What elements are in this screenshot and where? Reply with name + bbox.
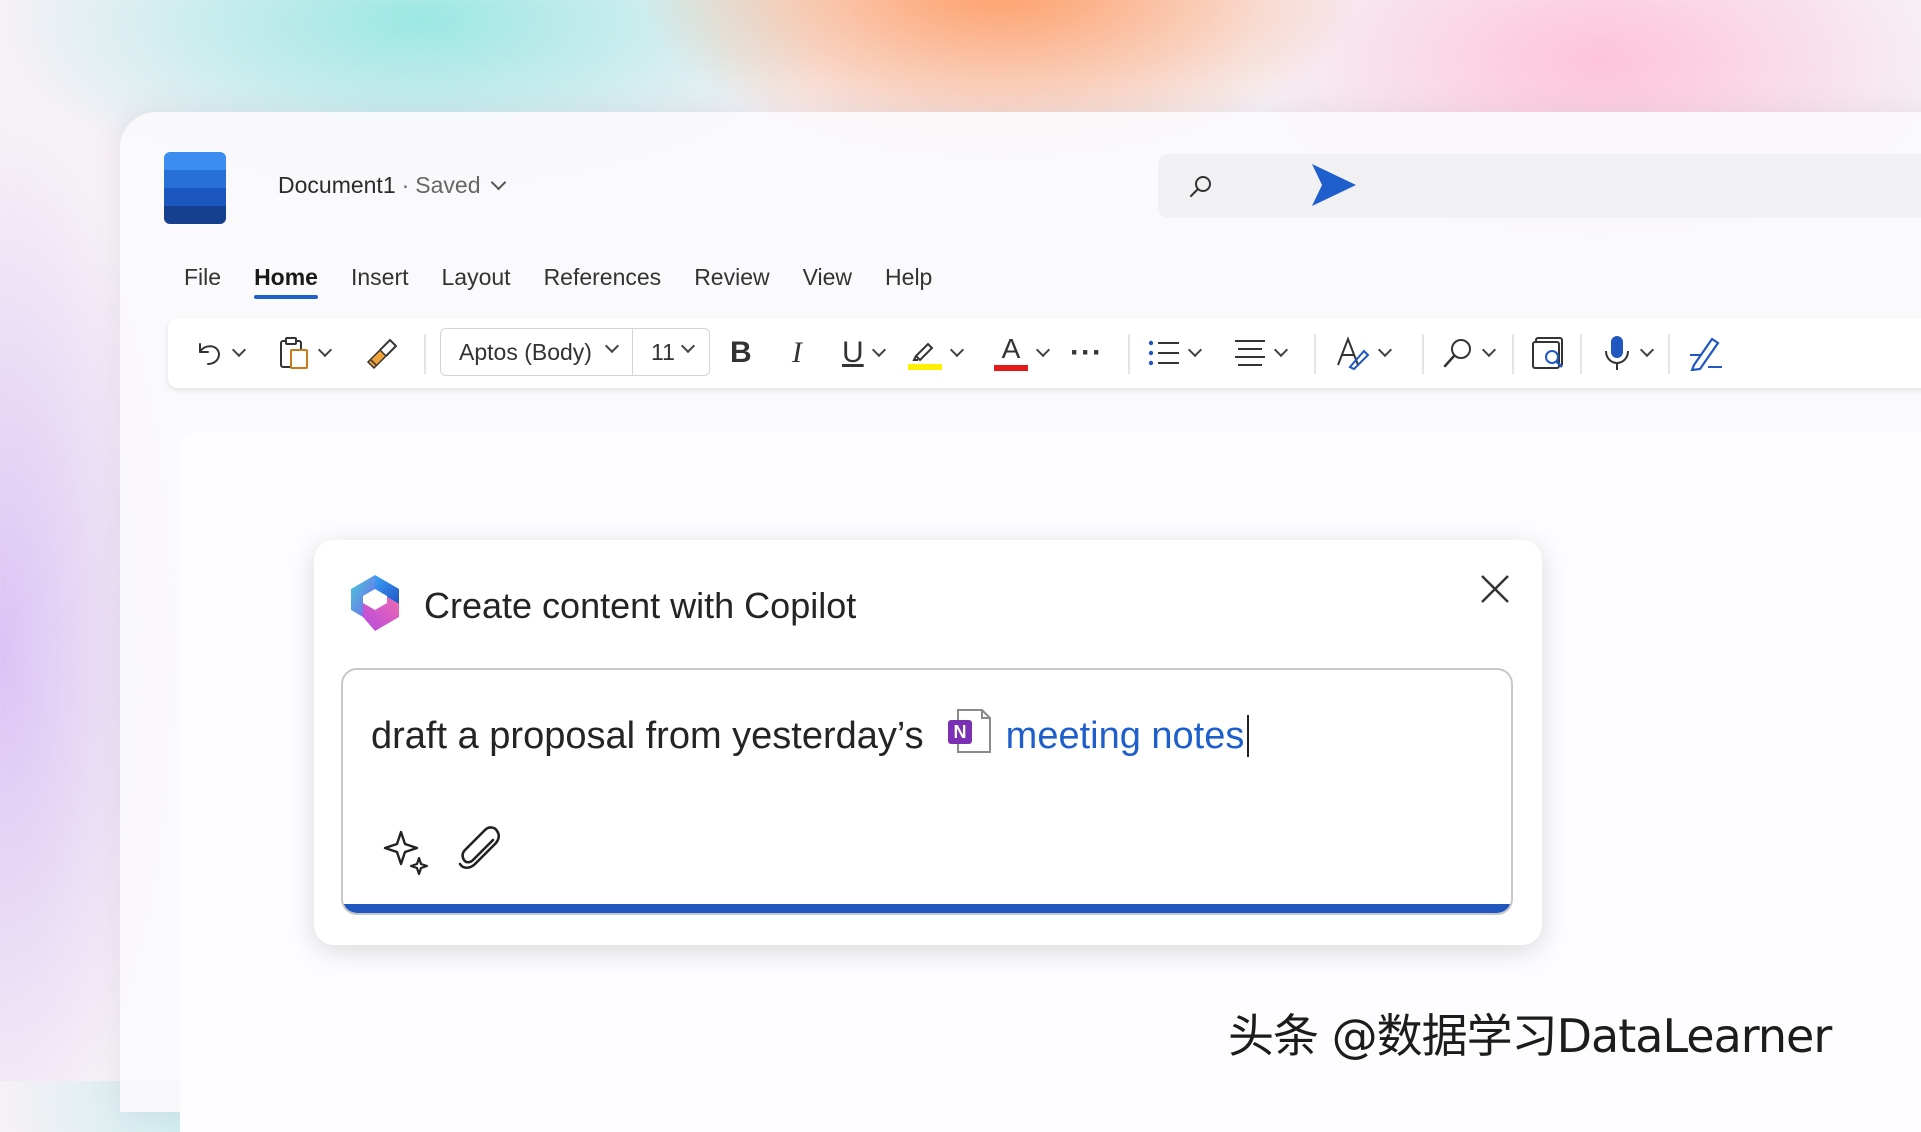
font-color-letter: A [1001, 333, 1021, 364]
menu-tabs: File Home Insert Layout References Revie… [184, 264, 932, 299]
editor-icon [1690, 337, 1722, 371]
search-icon [1190, 176, 1211, 197]
copilot-dialog: Create content with Copilot draft a prop… [314, 540, 1542, 945]
toolbar-divider [1422, 334, 1424, 374]
chevron-down-icon [680, 338, 696, 354]
font-name-select[interactable]: Aptos (Body) [440, 328, 634, 376]
undo-icon [199, 343, 221, 365]
document-name: Document1 [278, 172, 396, 198]
dictate-icon [1605, 336, 1629, 370]
highlight-button[interactable] [908, 318, 965, 388]
styles-icon [1337, 336, 1370, 371]
chevron-down-icon [490, 174, 506, 191]
document-title[interactable]: Document1 · Saved [278, 172, 506, 199]
ribbon-toolbar: Aptos (Body) 11 B I U A ··· [168, 318, 1921, 388]
editor-button[interactable] [1688, 318, 1724, 388]
toolbar-divider [1580, 334, 1582, 374]
undo-button[interactable] [194, 318, 247, 388]
font-color-swatch [994, 365, 1028, 371]
prompt-guide-button[interactable] [383, 828, 431, 881]
italic-button[interactable]: I [792, 318, 802, 388]
italic-icon: I [792, 336, 802, 369]
tab-file[interactable]: File [184, 264, 221, 299]
tab-layout[interactable]: Layout [442, 264, 511, 299]
immersive-reader-button[interactable] [1532, 318, 1568, 388]
chevron-down-icon [871, 342, 886, 358]
word-app-logo-icon [164, 152, 226, 224]
tab-view[interactable]: View [803, 264, 852, 299]
chevron-down-icon [231, 342, 247, 358]
close-icon [1481, 575, 1509, 603]
toolbar-divider [1314, 334, 1316, 374]
toolbar-divider [1128, 334, 1130, 374]
font-size-select[interactable]: 11 [632, 328, 710, 376]
font-name-value: Aptos (Body) [459, 338, 592, 365]
bold-button[interactable]: B [730, 318, 752, 388]
chevron-down-icon [1273, 342, 1289, 358]
paperclip-icon [458, 826, 501, 870]
copilot-prompt-input[interactable]: draft a proposal from yesterday’s N meet… [341, 668, 1513, 915]
underline-icon: U [842, 336, 864, 369]
format-painter-button[interactable] [364, 318, 398, 388]
file-mention-link[interactable]: meeting notes [1006, 715, 1245, 758]
immersive-reader-icon [1532, 337, 1563, 369]
send-icon [1312, 164, 1356, 206]
attach-button[interactable] [455, 826, 505, 881]
format-painter-icon [366, 338, 398, 370]
paste-button[interactable] [278, 318, 333, 388]
prompt-text: draft a proposal from yesterday’s [371, 714, 924, 757]
bullets-icon [1148, 340, 1179, 366]
toolbar-divider [424, 334, 426, 374]
find-button[interactable] [1442, 318, 1497, 388]
onenote-file-icon: N [946, 706, 996, 766]
tab-review[interactable]: Review [694, 264, 769, 299]
send-button[interactable] [1310, 162, 1358, 213]
bold-icon: B [730, 336, 752, 369]
chevron-down-icon [1639, 342, 1655, 358]
align-icon [1235, 340, 1265, 366]
styles-button[interactable] [1334, 318, 1393, 388]
copilot-logo-icon [344, 572, 406, 639]
prompt-line: draft a proposal from yesterday’s N meet… [371, 706, 1250, 766]
highlight-icon [908, 342, 942, 370]
tab-references[interactable]: References [544, 264, 662, 299]
chevron-down-icon [1187, 342, 1203, 358]
find-icon [1443, 339, 1471, 368]
font-size-value: 11 [651, 338, 675, 365]
dictate-button[interactable] [1602, 318, 1655, 388]
chevron-down-icon [1481, 342, 1497, 358]
sparkle-icon [383, 830, 429, 876]
toolbar-divider [1512, 334, 1514, 374]
bullets-button[interactable] [1148, 318, 1203, 388]
chevron-down-icon [317, 342, 333, 358]
underline-button[interactable]: U [842, 318, 886, 388]
tab-help[interactable]: Help [885, 264, 932, 299]
text-cursor [1247, 715, 1250, 757]
chevron-down-icon [1035, 342, 1051, 358]
title-separator: · [401, 172, 410, 198]
align-button[interactable] [1234, 318, 1289, 388]
close-button[interactable] [1478, 572, 1512, 611]
toolbar-divider [1668, 334, 1670, 374]
chevron-down-icon [604, 338, 620, 354]
search-box[interactable] [1158, 154, 1921, 218]
font-color-icon: A [994, 335, 1028, 371]
tab-home[interactable]: Home [254, 264, 318, 299]
more-icon: ··· [1070, 336, 1103, 369]
font-color-button[interactable]: A [994, 318, 1051, 388]
copilot-title: Create content with Copilot [424, 585, 857, 626]
chevron-down-icon [949, 342, 965, 358]
paste-icon [280, 337, 308, 369]
chevron-down-icon [1377, 342, 1393, 358]
watermark-text: 头条 @数据学习DataLearner [1228, 1009, 1832, 1063]
save-status: Saved [415, 172, 481, 198]
tab-insert[interactable]: Insert [351, 264, 409, 299]
onenote-letter: N [953, 722, 966, 742]
more-options-button[interactable]: ··· [1070, 318, 1103, 388]
